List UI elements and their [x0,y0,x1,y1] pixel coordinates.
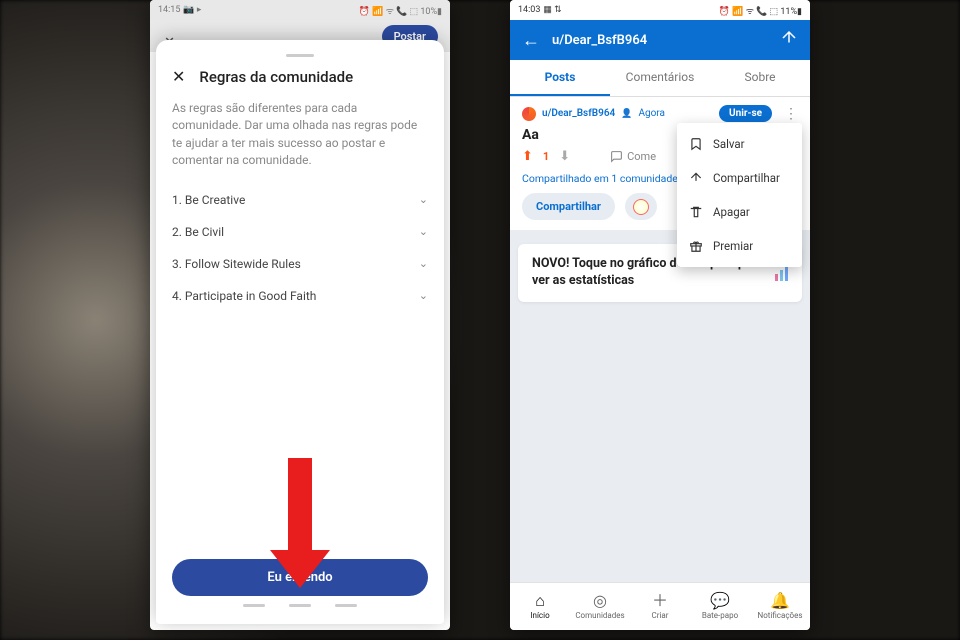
menu-delete[interactable]: Apagar [677,195,802,229]
post-card: u/Dear_BsfB964 👤 Agora Unir-se ⋮ Aa ⬆ 1 … [510,97,810,230]
nav-communities[interactable]: ◎ Comunidades [570,583,630,630]
avatar-icon [522,107,536,121]
profile-tabs: Posts Comentários Sobre [510,60,810,97]
post-overflow-menu: Salvar Compartilhar Apagar Premiar [677,123,802,267]
vote-count: 1 [543,150,549,163]
menu-label: Apagar [713,205,750,219]
sheet-grabber[interactable] [286,54,314,57]
nav-label: Bate-papo [702,611,738,620]
nav-chat[interactable]: 💬 Bate-papo [690,583,750,630]
nav-notifications[interactable]: 🔔 Notificações [750,583,810,630]
menu-share[interactable]: Compartilhar [677,161,802,195]
join-button[interactable]: Unir-se [719,105,772,122]
nav-label: Comunidades [575,611,624,620]
rule-label: 1. Be Creative [172,193,245,207]
bookmark-icon [689,137,703,151]
snoovatar-icon [633,199,649,215]
phone-right: 14:03▦ ⇅ ⏰ 📶 ᯤ 📞 ⬚ 11%▮ ← u/Dear_BsfB964… [510,0,810,630]
chevron-down-icon: ⌄ [419,289,428,302]
bell-icon: 🔔 [770,593,790,609]
profile-body: u/Dear_BsfB964 👤 Agora Unir-se ⋮ Aa ⬆ 1 … [510,97,810,582]
nav-bar-hint [172,604,428,614]
tab-comments[interactable]: Comentários [610,60,710,96]
nav-label: Notificações [758,611,803,620]
bar-chart-icon [775,265,788,281]
menu-award[interactable]: Premiar [677,229,802,263]
bottom-nav: ⌂ Início ◎ Comunidades ＋ Criar 💬 Bate-pa… [510,582,810,630]
share-arrow-icon [689,171,703,185]
avatar-chip[interactable] [625,193,657,220]
chevron-down-icon: ⌄ [419,225,428,238]
rule-label: 4. Participate in Good Faith [172,289,316,303]
status-right-icons: ⏰ 📶 ᯤ 📞 ⬚ 10%▮ [359,4,442,17]
upvote-icon[interactable]: ⬆ [522,149,533,164]
nav-create[interactable]: ＋ Criar [630,583,690,630]
status-right-icons: ⏰ 📶 ᯤ 📞 ⬚ 11%▮ [719,4,802,17]
status-time: 14:03 [518,5,540,15]
share-icon[interactable] [780,29,798,51]
share-chip[interactable]: Compartilhar [522,193,615,220]
close-icon[interactable]: ✕ [172,67,185,86]
gift-icon [689,239,703,253]
understand-button[interactable]: Eu entendo [172,559,428,596]
rule-item[interactable]: 1. Be Creative ⌄ [172,184,428,216]
downvote-icon[interactable]: ⬇ [559,149,570,164]
nav-label: Início [530,611,549,620]
menu-label: Premiar [713,239,753,253]
phone-left: 14:15📷 ▸ ⏰ 📶 ᯤ 📞 ⬚ 10%▮ ⌄ Postar ✕ Regra… [150,0,450,630]
person-icon: 👤 [621,109,632,119]
rule-item[interactable]: 4. Participate in Good Faith ⌄ [172,280,428,312]
post-time: Agora [638,108,664,119]
status-bar: 14:15📷 ▸ ⏰ 📶 ᯤ 📞 ⬚ 10%▮ [150,0,450,20]
rule-label: 3. Follow Sitewide Rules [172,257,301,271]
sheet-title: Regras da comunidade [199,68,353,86]
menu-label: Compartilhar [713,171,780,185]
community-rules-sheet: ✕ Regras da comunidade As regras são dif… [156,40,444,624]
status-left-icons: 📷 ▸ [183,5,201,15]
nav-label: Criar [652,611,669,620]
back-icon[interactable]: ← [522,30,540,51]
status-bar: 14:03▦ ⇅ ⏰ 📶 ᯤ 📞 ⬚ 11%▮ [510,0,810,20]
sheet-description: As regras são diferentes para cada comun… [172,100,428,170]
more-icon[interactable]: ⋮ [784,106,798,122]
rule-item[interactable]: 3. Follow Sitewide Rules ⌄ [172,248,428,280]
chevron-down-icon: ⌄ [419,257,428,270]
status-left-icons: ▦ ⇅ [543,5,561,15]
communities-icon: ◎ [593,593,607,609]
home-icon: ⌂ [535,593,545,609]
menu-label: Salvar [713,137,745,151]
profile-title: u/Dear_BsfB964 [552,33,768,48]
menu-save[interactable]: Salvar [677,127,802,161]
profile-topbar: ← u/Dear_BsfB964 [510,20,810,60]
comment-label: Come [627,150,656,163]
tab-posts[interactable]: Posts [510,60,610,96]
post-username[interactable]: u/Dear_BsfB964 [542,108,615,119]
chat-icon: 💬 [710,593,730,609]
trash-icon [689,205,703,219]
comment-button[interactable]: Come [610,150,656,163]
chevron-down-icon: ⌄ [419,193,428,206]
tab-about[interactable]: Sobre [710,60,810,96]
rule-label: 2. Be Civil [172,225,224,239]
post-meta: u/Dear_BsfB964 👤 Agora Unir-se ⋮ [522,105,798,122]
rule-item[interactable]: 2. Be Civil ⌄ [172,216,428,248]
status-time: 14:15 [158,5,180,15]
plus-icon: ＋ [652,593,668,609]
nav-home[interactable]: ⌂ Início [510,583,570,630]
